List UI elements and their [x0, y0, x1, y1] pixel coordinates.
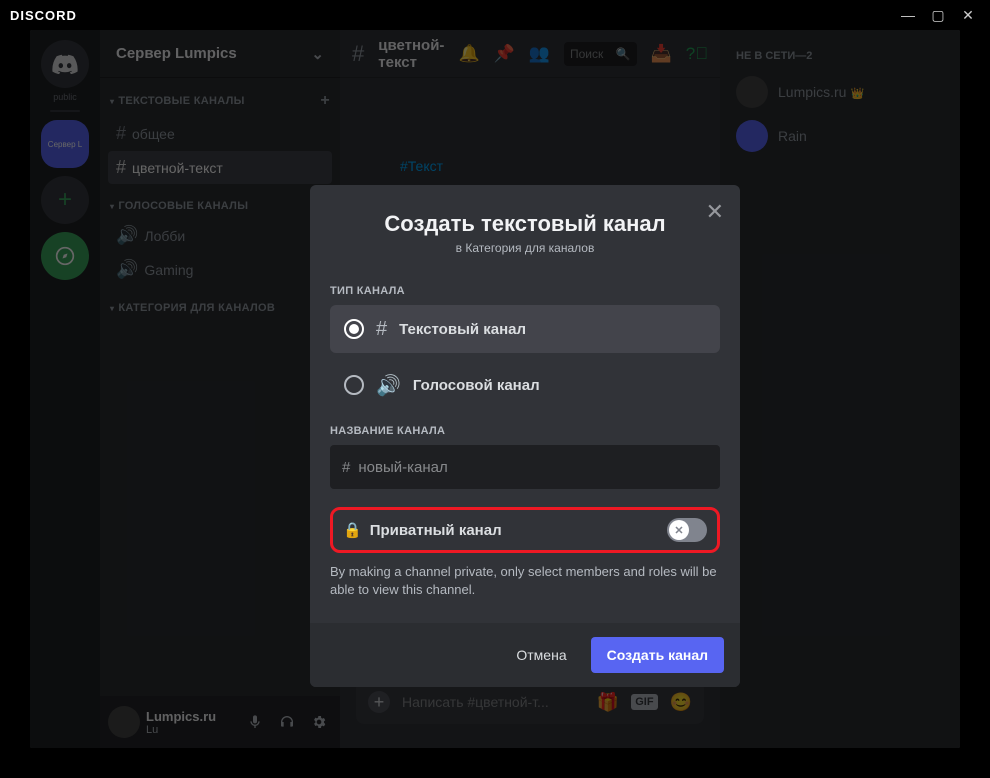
window-minimize-button[interactable]: —: [896, 5, 920, 25]
create-channel-button[interactable]: Создать канал: [591, 637, 724, 673]
channel-name-label: НАЗВАНИЕ КАНАЛА: [330, 425, 720, 437]
speaker-icon: 🔊: [376, 373, 401, 398]
lock-icon: 🔒: [343, 521, 362, 539]
create-channel-modal: ✕ Создать текстовый канал в Категория дл…: [310, 185, 740, 687]
toggle-off[interactable]: [667, 518, 707, 542]
modal-title: Создать текстовый канал: [310, 185, 740, 237]
private-label: Приватный канал: [370, 522, 502, 539]
channel-type-text[interactable]: # Текстовый канал: [330, 305, 720, 353]
window-maximize-button[interactable]: ▢: [926, 5, 950, 25]
cancel-button[interactable]: Отмена: [500, 637, 582, 673]
channel-name-placeholder: новый-канал: [358, 459, 447, 476]
channel-type-label: ТИП КАНАЛА: [330, 285, 720, 297]
radio-selected: [344, 319, 364, 339]
radio-unselected: [344, 375, 364, 395]
private-channel-toggle-row[interactable]: 🔒 Приватный канал: [330, 507, 720, 553]
close-icon[interactable]: ✕: [706, 199, 724, 225]
window-titlebar: DISCORD — ▢ ✕: [0, 0, 990, 30]
modal-subtitle: в Категория для каналов: [310, 241, 740, 255]
hash-icon: #: [342, 459, 350, 476]
hash-icon: #: [376, 318, 387, 341]
channel-type-voice[interactable]: 🔊 Голосовой канал: [330, 361, 720, 409]
channel-name-input[interactable]: # новый-канал: [330, 445, 720, 489]
private-description: By making a channel private, only select…: [330, 563, 720, 599]
window-close-button[interactable]: ✕: [956, 5, 980, 25]
discord-wordmark: DISCORD: [10, 8, 77, 23]
